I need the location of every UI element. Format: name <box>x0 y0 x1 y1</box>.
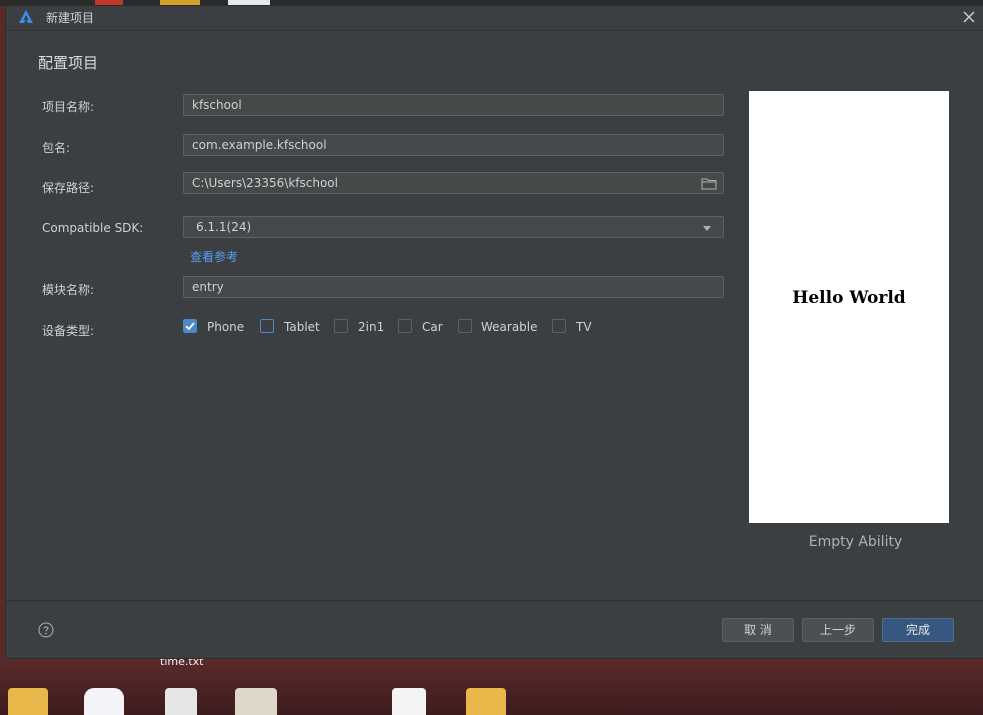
cloud-app-icon[interactable] <box>84 688 124 715</box>
sdk-selected-value: 6.1.1(24) <box>196 220 252 234</box>
save-path-label: 保存路径: <box>42 181 95 195</box>
spreadsheet-icon[interactable] <box>392 688 426 715</box>
module-name-input[interactable] <box>192 277 715 297</box>
preview-text: Hello World <box>792 288 906 308</box>
template-preview: Hello World <box>749 91 949 523</box>
device-type-label: 设备类型: <box>42 324 95 338</box>
chevron-down-icon <box>703 226 711 231</box>
tablet-checkbox[interactable] <box>260 319 274 333</box>
tablet-label[interactable]: Tablet <box>284 320 320 334</box>
page-title: 配置项目 <box>38 54 99 72</box>
phone-label[interactable]: Phone <box>207 320 244 334</box>
project-name-input[interactable] <box>192 95 715 115</box>
project-name-field[interactable] <box>183 94 724 116</box>
2in1-label[interactable]: 2in1 <box>358 320 384 334</box>
project-name-label: 项目名称: <box>42 100 95 114</box>
module-name-label: 模块名称: <box>42 283 95 297</box>
window-title: 新建项目 <box>46 11 95 25</box>
module-name-field[interactable] <box>183 276 724 298</box>
car-checkbox[interactable] <box>398 319 412 333</box>
finish-button[interactable]: 完成 <box>882 618 954 642</box>
cancel-button[interactable]: 取 消 <box>722 618 794 642</box>
tv-label[interactable]: TV <box>576 320 592 334</box>
save-path-field[interactable] <box>183 172 724 194</box>
wearable-label[interactable]: Wearable <box>481 320 538 334</box>
sdk-label: Compatible SDK: <box>42 221 144 235</box>
folder-browse-icon[interactable] <box>701 177 717 190</box>
wearable-checkbox[interactable] <box>458 319 472 333</box>
package-name-field[interactable] <box>183 134 724 156</box>
folder-icon[interactable] <box>466 688 506 715</box>
previous-button[interactable]: 上一步 <box>802 618 874 642</box>
template-caption: Empty Ability <box>808 534 903 550</box>
save-path-input[interactable] <box>192 173 672 193</box>
2in1-checkbox[interactable] <box>334 319 348 333</box>
close-icon[interactable] <box>959 7 979 27</box>
folder-icon[interactable] <box>8 688 48 715</box>
car-label[interactable]: Car <box>422 320 443 334</box>
app-logo-icon <box>19 10 33 23</box>
package-name-label: 包名: <box>42 141 71 155</box>
new-project-dialog: 新建项目 配置项目 项目名称: 包名: 保存路径: Compatible SDK… <box>6 6 983 658</box>
sdk-reference-link[interactable]: 查看参考 <box>190 248 238 265</box>
help-icon[interactable] <box>38 622 54 638</box>
footer-divider <box>6 600 983 601</box>
package-name-input[interactable] <box>192 135 715 155</box>
sdk-select[interactable]: 6.1.1(24) <box>183 216 724 238</box>
document-thumbnail-icon[interactable] <box>235 688 277 715</box>
check-icon <box>185 322 195 331</box>
title-bar: 新建项目 <box>6 6 983 31</box>
phone-checkbox[interactable] <box>183 319 197 333</box>
text-file-icon[interactable] <box>165 688 197 715</box>
tv-checkbox[interactable] <box>552 319 566 333</box>
